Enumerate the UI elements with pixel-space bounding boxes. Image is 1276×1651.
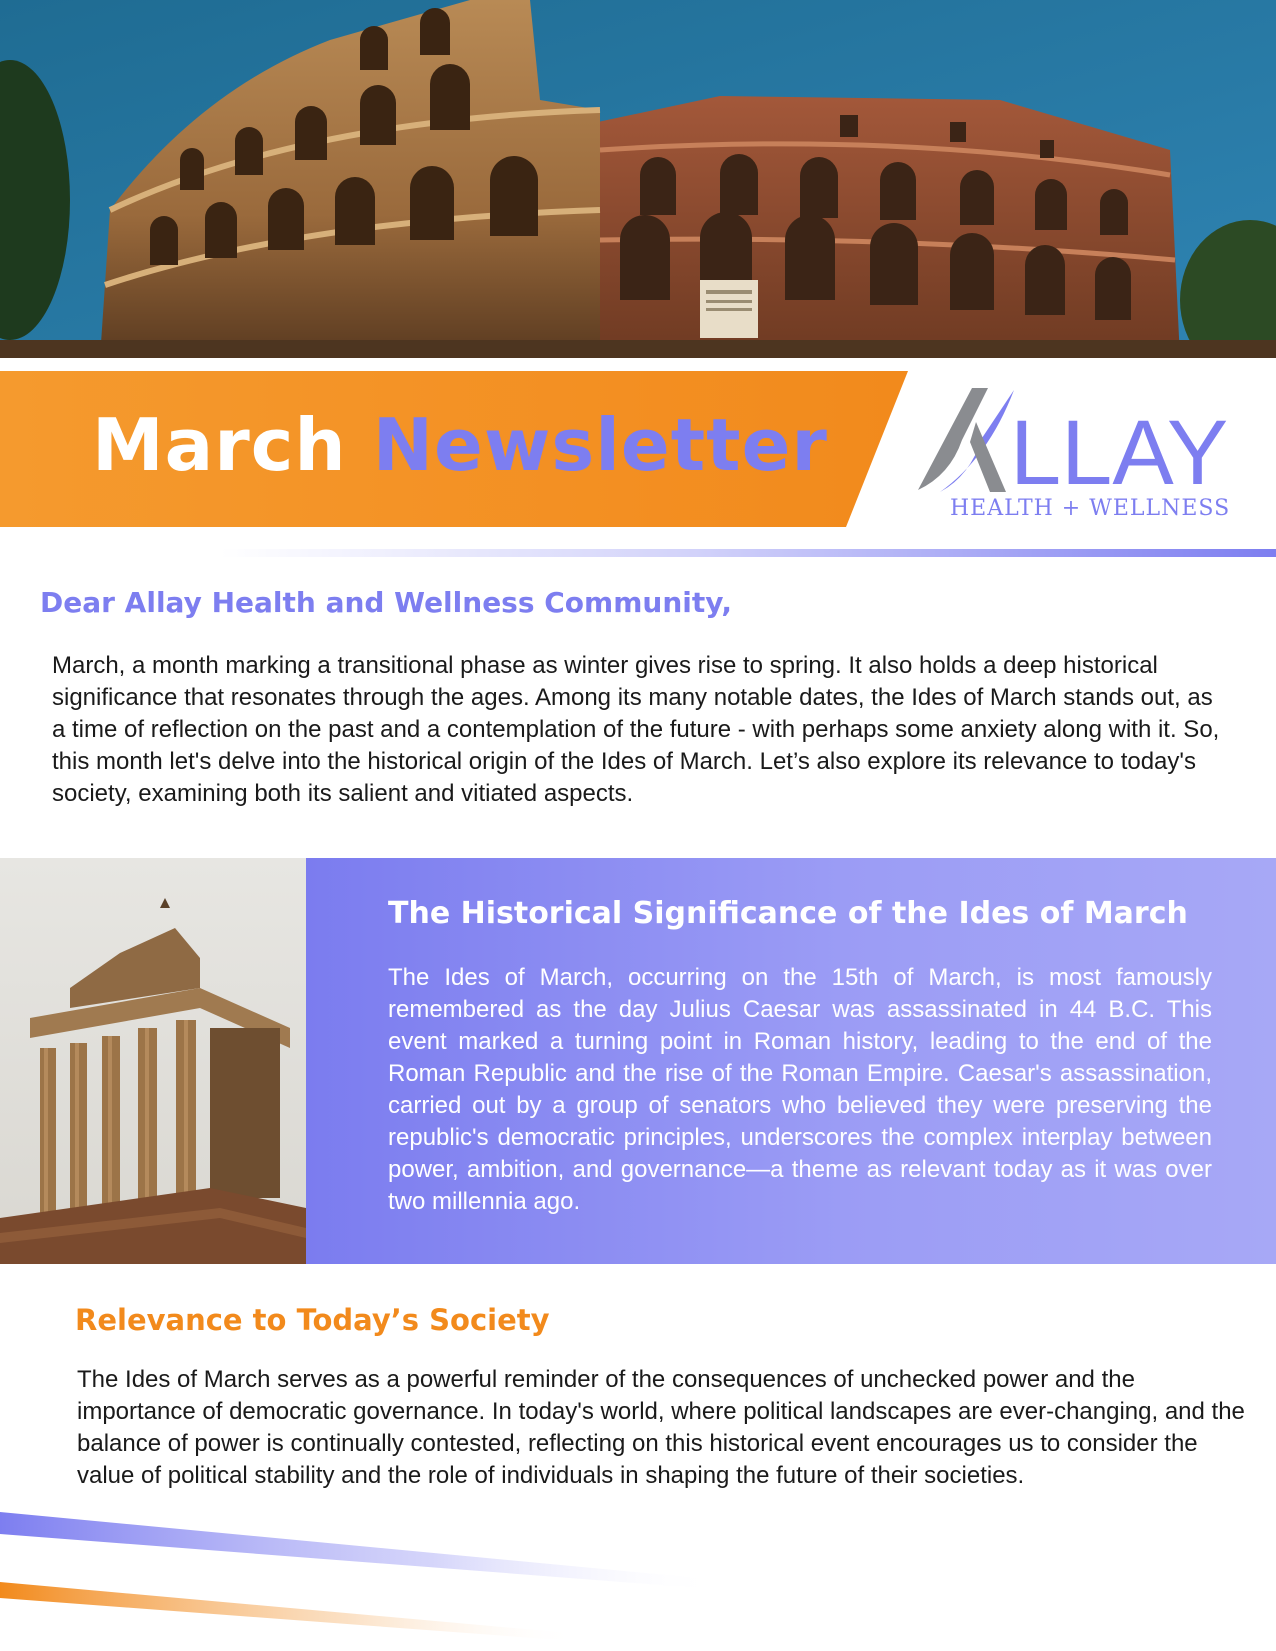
newsletter-banner: March Newsletter (0, 371, 910, 531)
title-word-newsletter: Newsletter (372, 403, 828, 487)
hero-colosseum-image (0, 0, 1276, 358)
logo-wordmark: LLAY (1010, 402, 1228, 500)
intro-paragraph: March, a month marking a transitional ph… (52, 652, 1220, 807)
relevance-heading: Relevance to Today’s Society (75, 1303, 550, 1337)
historical-paragraph: The Ides of March, occurring on the 15th… (388, 964, 1212, 1215)
header-divider (220, 549, 1276, 557)
relevance-paragraph: The Ides of March serves as a powerful r… (77, 1366, 1245, 1489)
historical-heading: The Historical Significance of the Ides … (388, 896, 1188, 931)
logo-tagline: HEALTH + WELLNESS (950, 496, 1231, 521)
footer-swoosh-graphic (0, 1512, 720, 1640)
greeting-heading: Dear Allay Health and Wellness Community… (40, 586, 732, 619)
historical-panel: The Historical Significance of the Ides … (306, 858, 1276, 1264)
title-word-march: March (92, 403, 347, 487)
page-title: March Newsletter (92, 409, 828, 481)
historical-section: The Historical Significance of the Ides … (0, 858, 1276, 1264)
footer-swoosh (0, 1500, 1276, 1651)
allay-logo-mark: LLAY (918, 388, 1228, 500)
colosseum-illustration (0, 0, 1276, 358)
roman-temple-image (0, 858, 306, 1264)
temple-illustration (0, 858, 306, 1264)
allay-logo: LLAY HEALTH + WELLNESS (910, 380, 1240, 530)
